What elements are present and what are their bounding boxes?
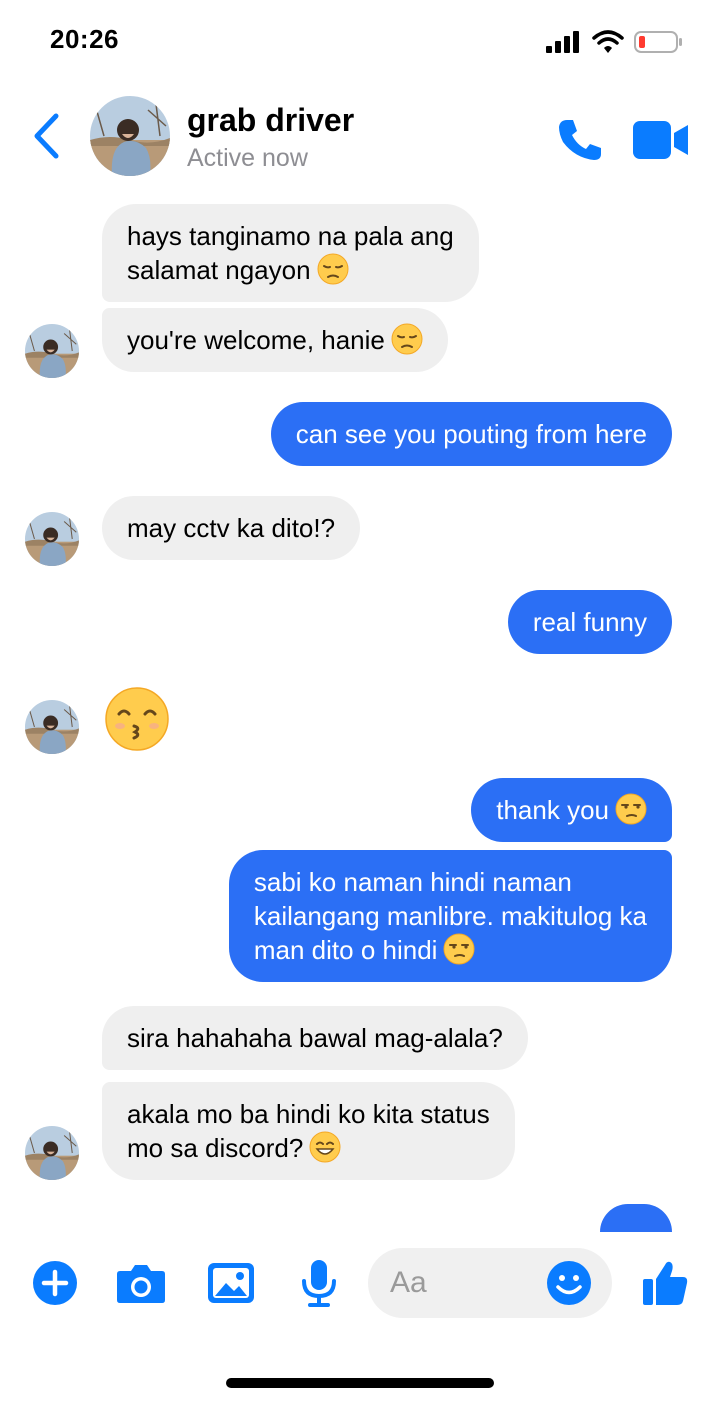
contact-avatar-small[interactable] — [25, 700, 79, 754]
message-input-container[interactable] — [368, 1248, 612, 1318]
message-bubble-incoming[interactable]: sira hahahaha bawal mag-alala? — [102, 1006, 528, 1070]
message-bubble-incoming[interactable]: may cctv ka dito!? — [102, 496, 361, 560]
message-bubble-outgoing[interactable]: thank you — [471, 778, 672, 842]
more-actions-button[interactable] — [30, 1258, 80, 1308]
voice-message-button[interactable] — [294, 1258, 344, 1308]
camera-button[interactable] — [116, 1258, 166, 1308]
signal-icon — [546, 31, 579, 53]
unamused-face-emoji — [443, 933, 475, 965]
message-bubble-outgoing-partial[interactable] — [600, 1204, 672, 1232]
status-bar: 20:26 — [0, 0, 720, 84]
contact-status: Active now — [187, 144, 308, 172]
message-bubble-incoming[interactable]: you're welcome, hanie — [102, 308, 448, 372]
contact-avatar-small[interactable] — [25, 1126, 79, 1180]
message-bubble-outgoing[interactable]: can see you pouting from here — [270, 402, 672, 466]
pensive-face-emoji — [391, 323, 423, 355]
message-bubble-incoming[interactable]: akala mo ba hindi ko kita status mo sa d… — [102, 1082, 515, 1180]
camera-icon — [117, 1265, 165, 1303]
photo-icon — [208, 1263, 254, 1303]
home-indicator[interactable] — [226, 1378, 494, 1388]
microphone-icon — [302, 1260, 336, 1307]
wifi-icon — [592, 30, 624, 53]
back-chevron-icon — [34, 113, 59, 159]
phone-icon — [559, 120, 601, 160]
thumbs-up-icon — [643, 1261, 688, 1305]
grinning-face-emoji — [309, 1131, 341, 1163]
gallery-button[interactable] — [206, 1258, 256, 1308]
status-time: 20:26 — [50, 24, 119, 54]
kissing-face-emoji[interactable] — [104, 686, 170, 752]
battery-icon — [634, 31, 682, 53]
message-bubble-outgoing[interactable]: real funny — [507, 590, 672, 654]
back-button[interactable] — [26, 110, 66, 162]
video-camera-icon — [633, 121, 688, 159]
unamused-face-emoji — [615, 793, 647, 825]
voice-call-button[interactable] — [556, 116, 604, 164]
plus-icon — [33, 1261, 77, 1305]
like-button[interactable] — [640, 1258, 690, 1308]
contact-avatar-small[interactable] — [25, 512, 79, 566]
smiley-icon[interactable] — [546, 1260, 592, 1306]
message-bubble-outgoing[interactable]: sabi ko naman hindi naman kailangang man… — [228, 850, 672, 982]
message-composer — [0, 1240, 720, 1330]
contact-name[interactable]: grab driver — [187, 102, 354, 139]
message-input[interactable] — [390, 1262, 550, 1304]
message-bubble-incoming[interactable]: hays tanginamo na pala ang salamat ngayo… — [102, 204, 479, 302]
contact-avatar-small[interactable] — [25, 324, 79, 378]
video-call-button[interactable] — [632, 116, 690, 164]
pensive-face-emoji — [317, 253, 349, 285]
contact-avatar[interactable] — [90, 96, 170, 176]
chat-header: grab driver Active now — [0, 84, 720, 192]
